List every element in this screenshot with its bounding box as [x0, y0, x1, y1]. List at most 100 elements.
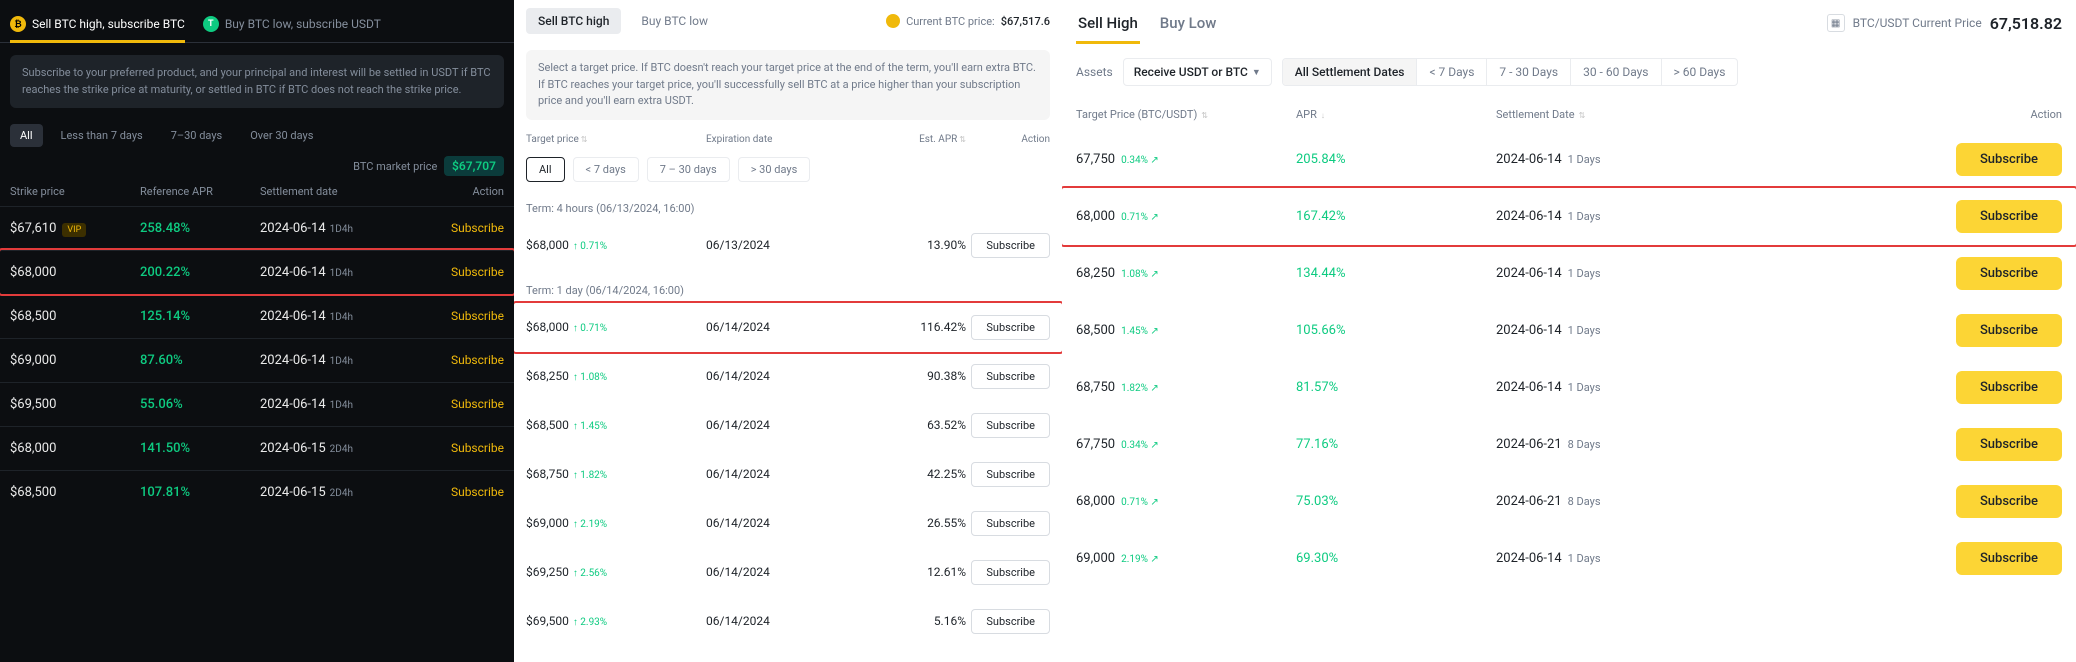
- table-row: $69,000↑ 2.19%06/14/202426.55%Subscribe: [514, 499, 1062, 548]
- subscribe-button[interactable]: Subscribe: [1956, 257, 2062, 290]
- filter-gt30[interactable]: Over 30 days: [240, 124, 323, 147]
- strike-price: $68,000: [10, 265, 140, 280]
- reference-apr: 141.50%: [140, 441, 260, 456]
- expiration-date: 06/14/2024: [706, 614, 866, 628]
- filter-gt30[interactable]: > 30 days: [738, 157, 811, 182]
- product-groups: Term: 4 hours (06/13/2024, 16:00)$68,000…: [514, 188, 1062, 646]
- tab-buy-low[interactable]: Buy BTC low: [629, 8, 720, 34]
- duration: 8 Days: [1568, 495, 1601, 508]
- duration: 1D4h: [330, 268, 353, 279]
- header-target-price[interactable]: Target price⇅: [526, 134, 706, 145]
- apr: 75.03%: [1296, 494, 1496, 509]
- subscribe-button[interactable]: Subscribe: [971, 511, 1050, 536]
- sort-icon: ⇅: [1577, 111, 1586, 120]
- subscribe-button[interactable]: Subscribe: [1956, 200, 2062, 233]
- tab-buy-low[interactable]: T Buy BTC low, subscribe USDT: [203, 8, 381, 42]
- tab-sell-high[interactable]: Sell High: [1076, 8, 1140, 38]
- header-action: Action: [1726, 108, 2062, 121]
- product-description: Select a target price. If BTC doesn't re…: [526, 50, 1050, 120]
- tab-sell-high[interactable]: ₿ Sell BTC high, subscribe BTC: [10, 8, 185, 42]
- subscribe-button[interactable]: Subscribe: [451, 441, 504, 455]
- duration: 1D4h: [330, 400, 353, 411]
- subscribe-button[interactable]: Subscribe: [1956, 485, 2062, 518]
- apr: 167.42%: [1296, 209, 1496, 224]
- subscribe-button[interactable]: Subscribe: [451, 353, 504, 367]
- duration: 1 Days: [1568, 324, 1601, 337]
- subscribe-button[interactable]: Subscribe: [1956, 428, 2062, 461]
- target-price: $68,250↑ 1.08%: [526, 369, 706, 383]
- action-cell: Subscribe: [1726, 542, 2062, 575]
- price-delta: 0.34% ↗: [1121, 155, 1159, 166]
- filter-all[interactable]: All: [526, 157, 565, 182]
- header-apr[interactable]: APR ↓: [1296, 108, 1496, 121]
- expiration-date: 06/14/2024: [706, 516, 866, 530]
- subscribe-button[interactable]: Subscribe: [451, 397, 504, 411]
- assets-dropdown[interactable]: Receive USDT or BTC ▼: [1123, 58, 1272, 86]
- current-price-display: Current BTC price: $67,517.6: [886, 14, 1050, 28]
- filter-lt7[interactable]: Less than 7 days: [51, 124, 153, 147]
- subscribe-button[interactable]: Subscribe: [971, 560, 1050, 585]
- current-price-display: ▦ BTC/USDT Current Price 67,518.82: [1827, 14, 2062, 33]
- subscribe-button[interactable]: Subscribe: [971, 609, 1050, 634]
- target-price: $68,000↑ 0.71%: [526, 238, 706, 252]
- duration: 1D4h: [330, 312, 353, 323]
- product-description: Subscribe to your preferred product, and…: [10, 55, 504, 108]
- header-settlement-date[interactable]: Settlement Date ⇅: [1496, 108, 1726, 121]
- subscribe-button[interactable]: Subscribe: [971, 462, 1050, 487]
- target-price: 67,7500.34% ↗: [1076, 437, 1296, 452]
- duration: 8 Days: [1568, 438, 1601, 451]
- settle-lt7[interactable]: < 7 Days: [1417, 59, 1487, 85]
- apr: 81.57%: [1296, 380, 1496, 395]
- target-price: 67,7500.34% ↗: [1076, 152, 1296, 167]
- action-cell: Subscribe: [400, 221, 504, 236]
- subscribe-button[interactable]: Subscribe: [451, 485, 504, 499]
- duration: 1D4h: [330, 224, 353, 235]
- tab-sell-high[interactable]: Sell BTC high: [526, 8, 621, 34]
- price-value: 67,518.82: [1990, 14, 2062, 33]
- header-target-price[interactable]: Target Price (BTC/USDT) ⇅: [1076, 108, 1296, 121]
- apr: 105.66%: [1296, 323, 1496, 338]
- header-apr[interactable]: Est. APR⇅: [866, 134, 966, 145]
- subscribe-button[interactable]: Subscribe: [451, 265, 504, 279]
- subscribe-button[interactable]: Subscribe: [451, 221, 504, 235]
- term-heading: Term: 1 day (06/14/2024, 16:00): [514, 270, 1062, 303]
- subscribe-button[interactable]: Subscribe: [1956, 542, 2062, 575]
- tab-buy-low[interactable]: Buy Low: [1158, 8, 1219, 38]
- subscribe-button[interactable]: Subscribe: [451, 309, 504, 323]
- target-price: 69,0002.19% ↗: [1076, 551, 1296, 566]
- subscribe-button[interactable]: Subscribe: [971, 315, 1050, 340]
- settle-7-30[interactable]: 7 - 30 Days: [1487, 59, 1571, 85]
- price-delta: 2.19% ↗: [1121, 554, 1159, 565]
- duration-filters: All Less than 7 days 7–30 days Over 30 d…: [0, 120, 514, 151]
- table-row: $68,000200.22%2024-06-141D4hSubscribe: [0, 250, 514, 294]
- filter-all[interactable]: All: [10, 124, 43, 147]
- layout-toggle-icon[interactable]: ▦: [1827, 14, 1845, 32]
- settle-all[interactable]: All Settlement Dates: [1283, 59, 1418, 85]
- settle-30-60[interactable]: 30 - 60 Days: [1571, 59, 1661, 85]
- table-row: $68,000↑ 0.71%06/14/2024116.42%Subscribe: [514, 303, 1062, 352]
- subscribe-button[interactable]: Subscribe: [971, 364, 1050, 389]
- table-row: $69,00087.60%2024-06-141D4hSubscribe: [0, 338, 514, 382]
- direction-tabs: Sell BTC high Buy BTC low: [526, 8, 720, 34]
- filter-7-30[interactable]: 7 – 30 days: [647, 157, 730, 182]
- filter-lt7[interactable]: < 7 days: [573, 157, 639, 182]
- action-cell: Subscribe: [400, 441, 504, 456]
- light-exchange-panel-a: Sell BTC high Buy BTC low Current BTC pr…: [514, 0, 1062, 662]
- reference-apr: 107.81%: [140, 485, 260, 500]
- subscribe-button[interactable]: Subscribe: [1956, 143, 2062, 176]
- filter-7-30[interactable]: 7–30 days: [161, 124, 232, 147]
- strike-price: $69,000: [10, 353, 140, 368]
- settlement-date: 2024-06-141 Days: [1496, 266, 1726, 281]
- subscribe-button[interactable]: Subscribe: [971, 233, 1050, 258]
- est-apr: 5.16%: [866, 614, 966, 628]
- strike-price: $69,500: [10, 397, 140, 412]
- sort-icon: ⇅: [581, 135, 588, 144]
- subscribe-button[interactable]: Subscribe: [1956, 314, 2062, 347]
- settle-gt60[interactable]: > 60 Days: [1662, 59, 1738, 85]
- subscribe-button[interactable]: Subscribe: [1956, 371, 2062, 404]
- subscribe-button[interactable]: Subscribe: [971, 413, 1050, 438]
- btc-icon: [886, 14, 900, 28]
- est-apr: 63.52%: [866, 418, 966, 432]
- tab-label: Buy BTC low, subscribe USDT: [225, 17, 381, 31]
- settlement-date: 2024-06-141 Days: [1496, 551, 1726, 566]
